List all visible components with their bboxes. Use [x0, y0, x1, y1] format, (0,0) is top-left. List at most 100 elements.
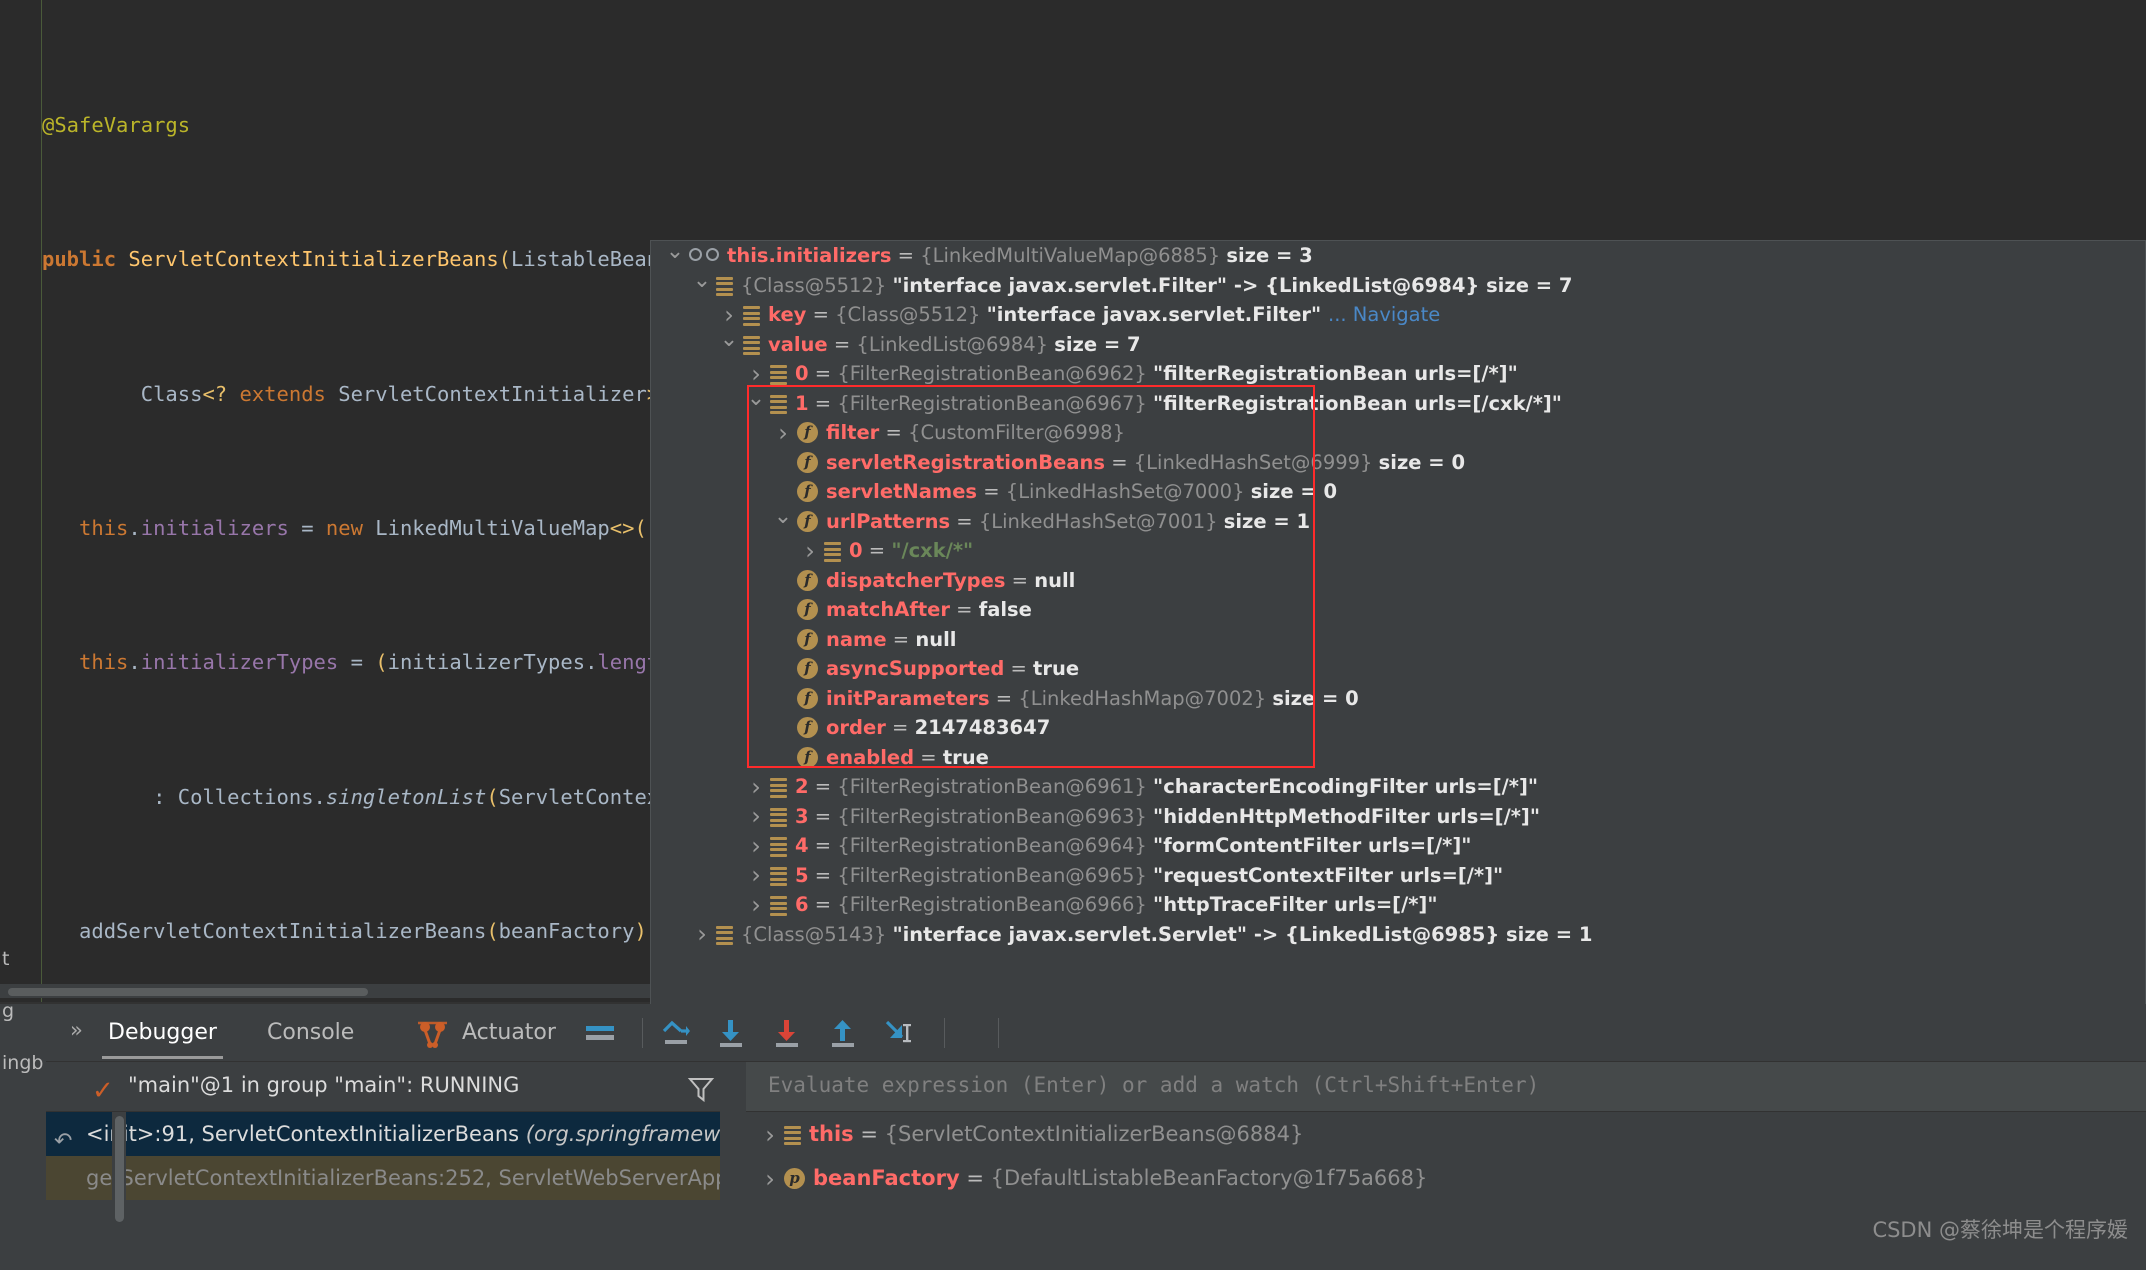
variable-name: beanFactory [813, 1166, 960, 1190]
thread-status-row[interactable]: ✓ "main"@1 in group "main": RUNNING ▾ [46, 1062, 754, 1112]
chevron-down-icon[interactable]: ⌄ [692, 266, 712, 296]
frames-scrollbar-thumb[interactable] [115, 1116, 124, 1222]
frame-row-selected[interactable]: ↶ <init>:91, ServletContextInitializerBe… [46, 1112, 720, 1156]
tab-console[interactable]: Console [261, 1004, 360, 1062]
tab-actuator[interactable]: Actuator [456, 1004, 562, 1062]
field-icon: f [797, 599, 818, 620]
tree-row[interactable]: › f filter = {CustomFilter@6998} [651, 418, 2145, 448]
chevron-right-icon[interactable]: › [746, 891, 766, 921]
chevron-right-icon[interactable]: › [692, 920, 712, 950]
tree-row[interactable]: f order = 2147483647 [651, 713, 2145, 743]
tree-row[interactable]: f name = null [651, 625, 2145, 655]
chevron-right-icon[interactable]: › [746, 861, 766, 891]
list-icon [770, 896, 787, 916]
chevron-right-icon[interactable]: › [760, 1113, 780, 1157]
tree-row-equals: = [808, 362, 838, 385]
tree-row[interactable]: f matchAfter = false [651, 595, 2145, 625]
frame-label: getServletContextInitializerBeans:252, S… [86, 1166, 720, 1190]
tree-row-value: true [1033, 657, 1080, 680]
tree-row-name: this.initializers [727, 244, 892, 267]
step-over-icon[interactable] [659, 1017, 693, 1049]
show-execution-point-icon[interactable] [583, 1017, 617, 1049]
tree-row-equals: = [1005, 568, 1035, 592]
tree-row-size: size = 0 [1272, 686, 1359, 710]
tree-row[interactable]: ⌄ this.initializers = {LinkedMultiValueMa… [651, 241, 2145, 271]
strip-label-0: t [2, 948, 10, 970]
tree-row[interactable]: › 5 = {FilterRegistrationBean@6965} "requ… [651, 861, 2145, 891]
param-icon: p [784, 1167, 805, 1189]
editor-scrollbar-thumb[interactable] [8, 988, 368, 996]
tree-row-value: "filterRegistrationBean urls=[/*]" [1153, 362, 1518, 385]
frames-scrollbar[interactable] [112, 1112, 126, 1270]
chevron-right-icon[interactable]: › [746, 773, 766, 803]
variable-row[interactable]: › p beanFactory = {DefaultListableBeanFact… [746, 1156, 2146, 1200]
tree-row[interactable]: ⌄ {Class@5512} "interface javax.servlet.F… [651, 268, 2145, 301]
filter-icon[interactable] [686, 1074, 716, 1108]
chevron-down-icon[interactable]: ⌄ [773, 502, 793, 532]
tree-row-value: null [915, 627, 957, 651]
tree-row[interactable]: f servletNames = {LinkedHashSet@7000} siz… [651, 477, 2145, 507]
variable-ref: {DefaultListableBeanFactory@1f75a668} [990, 1166, 1428, 1190]
list-icon [770, 365, 787, 385]
frame-row[interactable]: getServletContextInitializerBeans:252, S… [46, 1156, 720, 1200]
tree-row-name: 4 [795, 834, 809, 857]
tab-debugger[interactable]: Debugger [102, 1004, 223, 1062]
tree-row[interactable]: ⌄ value = {LinkedList@6984} size = 7 [651, 327, 2145, 360]
ide-window: @SafeVarargs public ServletContextInitia… [0, 0, 2146, 1270]
tree-row-value: "formContentFilter urls=[/*]" [1153, 834, 1472, 857]
variables-pane[interactable]: › this = {ServletContextInitializerBeans@… [746, 1112, 2146, 1270]
tree-row-equals: = [808, 893, 838, 916]
tree-row-size: size = 3 [1226, 244, 1313, 267]
chevron-right-icon[interactable]: › [746, 832, 766, 862]
variable-row[interactable]: › this = {ServletContextInitializerBeans@… [746, 1112, 2146, 1156]
tree-row[interactable]: f initParameters = {LinkedHashMap@7002} s… [651, 684, 2145, 714]
chevron-right-icon[interactable]: › [760, 1157, 780, 1201]
run-to-cursor-icon[interactable] [882, 1017, 916, 1049]
tree-row[interactable]: › {Class@5143} "interface javax.servlet.S… [651, 920, 2145, 950]
tree-row-ref: {FilterRegistrationBean@6967} [837, 391, 1154, 415]
force-step-into-icon[interactable] [770, 1017, 804, 1049]
code-line: @SafeVarargs [42, 112, 191, 137]
tree-row-equals: = [879, 421, 909, 444]
tree-row[interactable]: › 3 = {FilterRegistrationBean@6963} "hidd… [651, 802, 2145, 832]
tree-row[interactable]: › key = {Class@5512} "interface javax.ser… [651, 300, 2145, 330]
step-out-icon[interactable] [826, 1017, 860, 1049]
variable-equals: = [853, 1122, 885, 1146]
tree-row[interactable]: ⌄ f urlPatterns = {LinkedHashSet@7001} siz… [651, 504, 2145, 537]
thread-status-text: "main"@1 in group "main": RUNNING [128, 1073, 520, 1097]
tree-row[interactable]: › 6 = {FilterRegistrationBean@6966} "http… [651, 890, 2145, 920]
tree-row[interactable]: f servletRegistrationBeans = {LinkedHashS… [651, 448, 2145, 478]
tree-row[interactable]: › 0 = "/cxk/*" [651, 536, 2145, 566]
tree-row-ref: {FilterRegistrationBean@6962} [837, 362, 1154, 385]
tree-row[interactable]: ⌄ 1 = {FilterRegistrationBean@6967} "filt… [651, 386, 2145, 419]
tree-row-name: 0 [849, 539, 863, 562]
chevron-right-icon[interactable]: › [800, 537, 820, 567]
evaluate-expression-bar[interactable]: Evaluate expression (Enter) or add a wat… [746, 1062, 2146, 1112]
tree-row[interactable]: f dispatcherTypes = null [651, 566, 2145, 596]
navigate-link[interactable]: ... Navigate [1328, 303, 1440, 326]
chevron-down-icon[interactable]: ⌄ [665, 241, 685, 266]
tree-row-ref: {FilterRegistrationBean@6963} [837, 804, 1154, 828]
tree-row[interactable]: › 4 = {FilterRegistrationBean@6964} "form… [651, 831, 2145, 861]
tree-row-size: size = 7 [1054, 332, 1141, 356]
tree-row[interactable]: › 2 = {FilterRegistrationBean@6961} "char… [651, 772, 2145, 802]
call-stack-frames[interactable]: ↶ <init>:91, ServletContextInitializerBe… [46, 1112, 720, 1270]
tree-row-value: false [978, 598, 1032, 621]
tree-row-ref: {Class@5512} [741, 273, 893, 297]
variable-ref: {ServletContextInitializerBeans@6884} [884, 1122, 1304, 1146]
chevron-right-icon[interactable]: › [773, 419, 793, 449]
evaluate-placeholder: Evaluate expression (Enter) or add a wat… [768, 1073, 1540, 1097]
step-into-icon[interactable] [714, 1017, 748, 1049]
chevron-down-icon[interactable]: ⌄ [746, 384, 766, 414]
tree-row-size: size = 1 [1506, 922, 1593, 946]
tree-row[interactable]: › 0 = {FilterRegistrationBean@6962} "filt… [651, 359, 2145, 389]
tree-row[interactable]: f asyncSupported = true [651, 654, 2145, 684]
tree-row[interactable]: f enabled = true [651, 743, 2145, 773]
chevron-right-icon[interactable]: › [746, 802, 766, 832]
tree-row-value: "characterEncodingFilter urls=[/*]" [1153, 775, 1539, 798]
chevron-down-icon[interactable]: ⌄ [719, 325, 739, 355]
expand-chevron-icon[interactable]: » [70, 1018, 83, 1042]
